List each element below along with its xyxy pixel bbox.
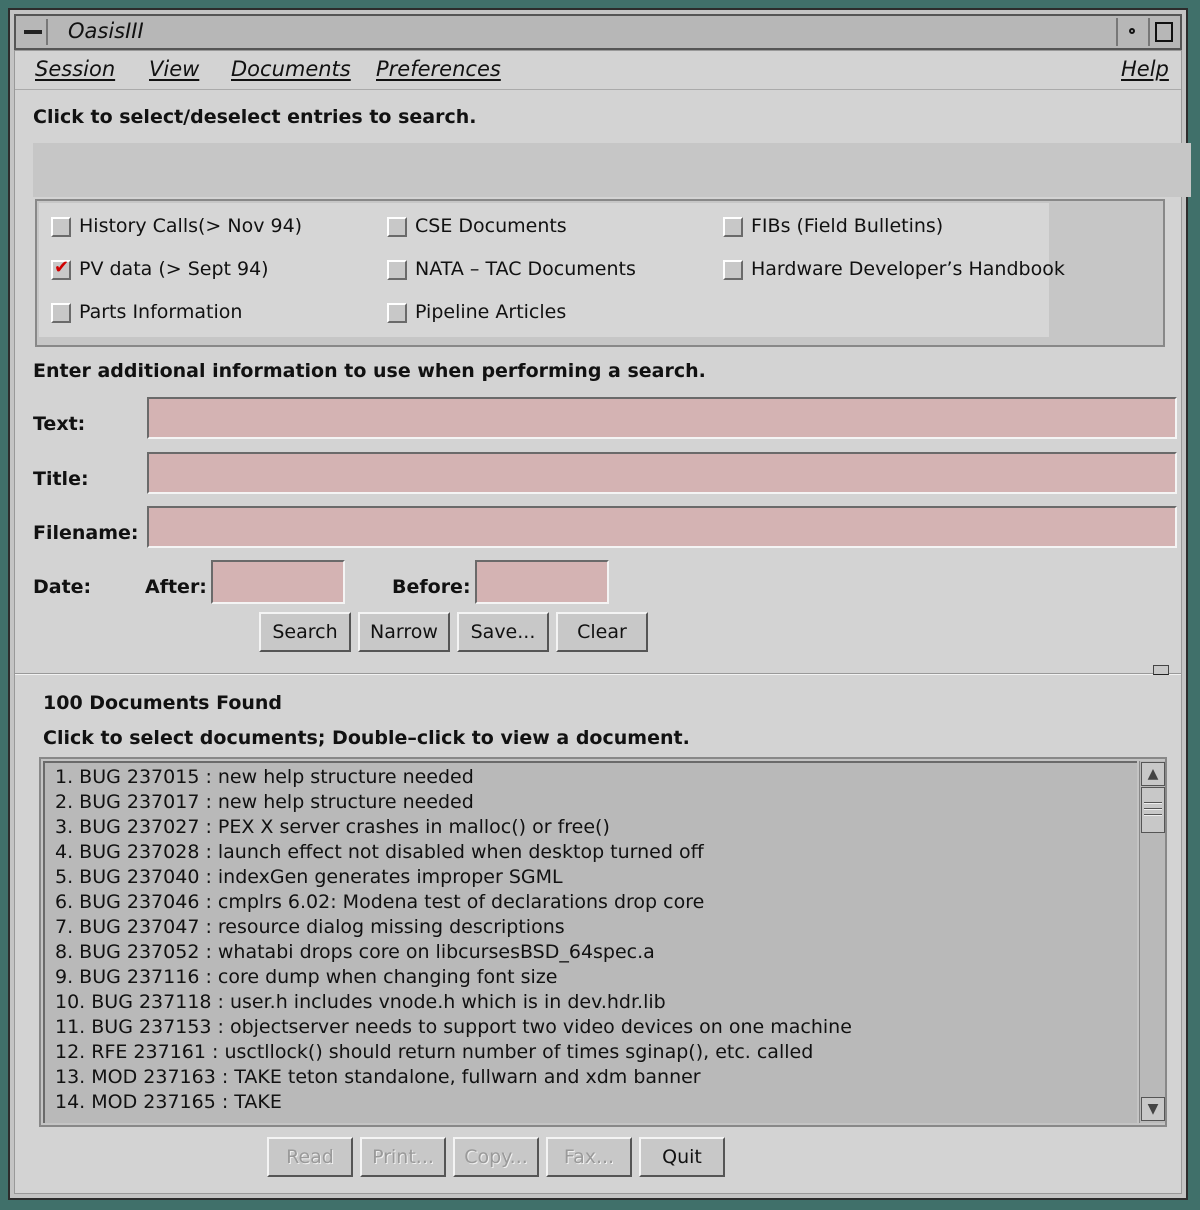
scroll-up-button[interactable]: ▲ — [1141, 762, 1165, 786]
results-count: 100 Documents Found — [43, 692, 283, 714]
entry-label-fibs[interactable]: FIBs (Field Bulletins) — [751, 215, 943, 237]
list-item[interactable]: 5. BUG 237040 : indexGen generates impro… — [55, 866, 563, 888]
scroll-down-button[interactable]: ▼ — [1141, 1097, 1165, 1121]
checkbox-pipeline-articles[interactable] — [387, 303, 407, 323]
list-item[interactable]: 1. BUG 237015 : new help structure neede… — [55, 766, 474, 788]
arrow-down-icon: ▼ — [1147, 1101, 1159, 1117]
entry-label-history-calls[interactable]: History Calls(> Nov 94) — [79, 215, 302, 237]
entry-label-pv-data[interactable]: PV data (> Sept 94) — [79, 258, 269, 280]
arrow-up-icon: ▲ — [1147, 766, 1159, 782]
before-label: Before: — [392, 576, 471, 598]
window-menu-icon — [24, 30, 42, 34]
main-content: Session View Documents Preferences Help … — [14, 50, 1191, 1194]
list-item[interactable]: 8. BUG 237052 : whatabi drops core on li… — [55, 941, 655, 963]
menu-preferences[interactable]: Preferences — [376, 57, 501, 81]
checkbox-nata-tac[interactable] — [387, 260, 407, 280]
text-label: Text: — [33, 413, 86, 435]
menu-session[interactable]: Session — [35, 57, 115, 81]
title-label: Title: — [33, 468, 89, 490]
scroll-thumb[interactable] — [1141, 787, 1165, 833]
list-scrollbar[interactable]: ▲ ▼ — [1139, 761, 1165, 1123]
list-item[interactable]: 7. BUG 237047 : resource dialog missing … — [55, 916, 565, 938]
minimize-button[interactable] — [1116, 18, 1146, 46]
list-item[interactable]: 10. BUG 237118 : user.h includes vnode.h… — [55, 991, 666, 1013]
check-mark-icon: ✔ — [54, 257, 70, 278]
filename-label: Filename: — [33, 522, 139, 544]
search-button[interactable]: Search — [259, 612, 351, 652]
maximize-icon — [1155, 22, 1173, 42]
entry-label-cse-documents[interactable]: CSE Documents — [415, 215, 567, 237]
document-list-frame: 1. BUG 237015 : new help structure neede… — [39, 757, 1167, 1127]
checkbox-parts-information[interactable] — [51, 303, 71, 323]
list-item[interactable]: 9. BUG 237116 : core dump when changing … — [55, 966, 557, 988]
list-item[interactable]: 4. BUG 237028 : launch effect not disabl… — [55, 841, 704, 863]
print-button[interactable]: Print... — [360, 1137, 446, 1177]
pane-divider — [15, 673, 1181, 675]
narrow-button[interactable]: Narrow — [358, 612, 450, 652]
copy-button[interactable]: Copy... — [453, 1137, 539, 1177]
minimize-icon — [1129, 28, 1135, 34]
window-title: OasisIII — [68, 19, 144, 43]
list-item[interactable]: 13. MOD 237163 : TAKE teton standalone, … — [55, 1066, 701, 1088]
entries-header-band — [33, 143, 1191, 197]
text-input[interactable] — [147, 397, 1177, 439]
checkbox-history-calls[interactable] — [51, 217, 71, 237]
list-item[interactable]: 6. BUG 237046 : cmplrs 6.02: Modena test… — [55, 891, 704, 913]
fax-button[interactable]: Fax... — [546, 1137, 632, 1177]
menu-bar: Session View Documents Preferences Help — [15, 51, 1181, 90]
oasis-window: OasisIII Session View Documents Preferen… — [8, 8, 1191, 1200]
title-bar[interactable]: OasisIII — [14, 14, 1182, 50]
pane-sash-handle[interactable] — [1153, 665, 1169, 675]
thumb-grip — [1144, 808, 1162, 810]
menu-help[interactable]: Help — [1121, 57, 1169, 81]
list-item[interactable]: 12. RFE 237161 : usctllock() should retu… — [55, 1041, 813, 1063]
thumb-grip — [1144, 802, 1162, 804]
checkbox-hardware-handbook[interactable] — [723, 260, 743, 280]
after-date-input[interactable] — [211, 560, 345, 604]
clear-button[interactable]: Clear — [556, 612, 648, 652]
filename-input[interactable] — [147, 506, 1177, 548]
date-label: Date: — [33, 576, 92, 598]
quit-button[interactable]: Quit — [639, 1137, 725, 1177]
thumb-grip — [1144, 814, 1162, 816]
checkbox-pv-data[interactable]: ✔ — [51, 257, 71, 280]
entry-label-pipeline-articles[interactable]: Pipeline Articles — [415, 301, 566, 323]
list-item[interactable]: 14. MOD 237165 : TAKE — [55, 1091, 282, 1113]
window-menu-button[interactable] — [20, 19, 48, 45]
menu-documents[interactable]: Documents — [231, 57, 351, 81]
entries-grid: History Calls(> Nov 94) CSE Documents FI… — [39, 203, 1065, 337]
menu-view[interactable]: View — [149, 57, 199, 81]
read-button[interactable]: Read — [267, 1137, 353, 1177]
before-date-input[interactable] — [475, 560, 609, 604]
document-list[interactable]: 1. BUG 237015 : new help structure neede… — [43, 761, 1137, 1123]
checkbox-fibs[interactable] — [723, 217, 743, 237]
after-label: After: — [145, 576, 207, 598]
list-item[interactable]: 2. BUG 237017 : new help structure neede… — [55, 791, 474, 813]
checkbox-cse-documents[interactable] — [387, 217, 407, 237]
save-button[interactable]: Save... — [457, 612, 549, 652]
entries-prompt: Click to select/deselect entries to sear… — [33, 106, 477, 128]
list-item[interactable]: 11. BUG 237153 : objectserver needs to s… — [55, 1016, 852, 1038]
entries-panel: History Calls(> Nov 94) CSE Documents FI… — [35, 199, 1165, 347]
list-item[interactable]: 3. BUG 237027 : PEX X server crashes in … — [55, 816, 610, 838]
maximize-button[interactable] — [1148, 18, 1178, 46]
results-instruction: Click to select documents; Double–click … — [43, 727, 690, 749]
title-input[interactable] — [147, 452, 1177, 494]
search-form-prompt: Enter additional information to use when… — [33, 360, 706, 382]
entry-label-parts-information[interactable]: Parts Information — [79, 301, 242, 323]
entry-label-hardware-handbook[interactable]: Hardware Developer’s Handbook — [751, 258, 1065, 280]
entry-label-nata-tac[interactable]: NATA – TAC Documents — [415, 258, 636, 280]
